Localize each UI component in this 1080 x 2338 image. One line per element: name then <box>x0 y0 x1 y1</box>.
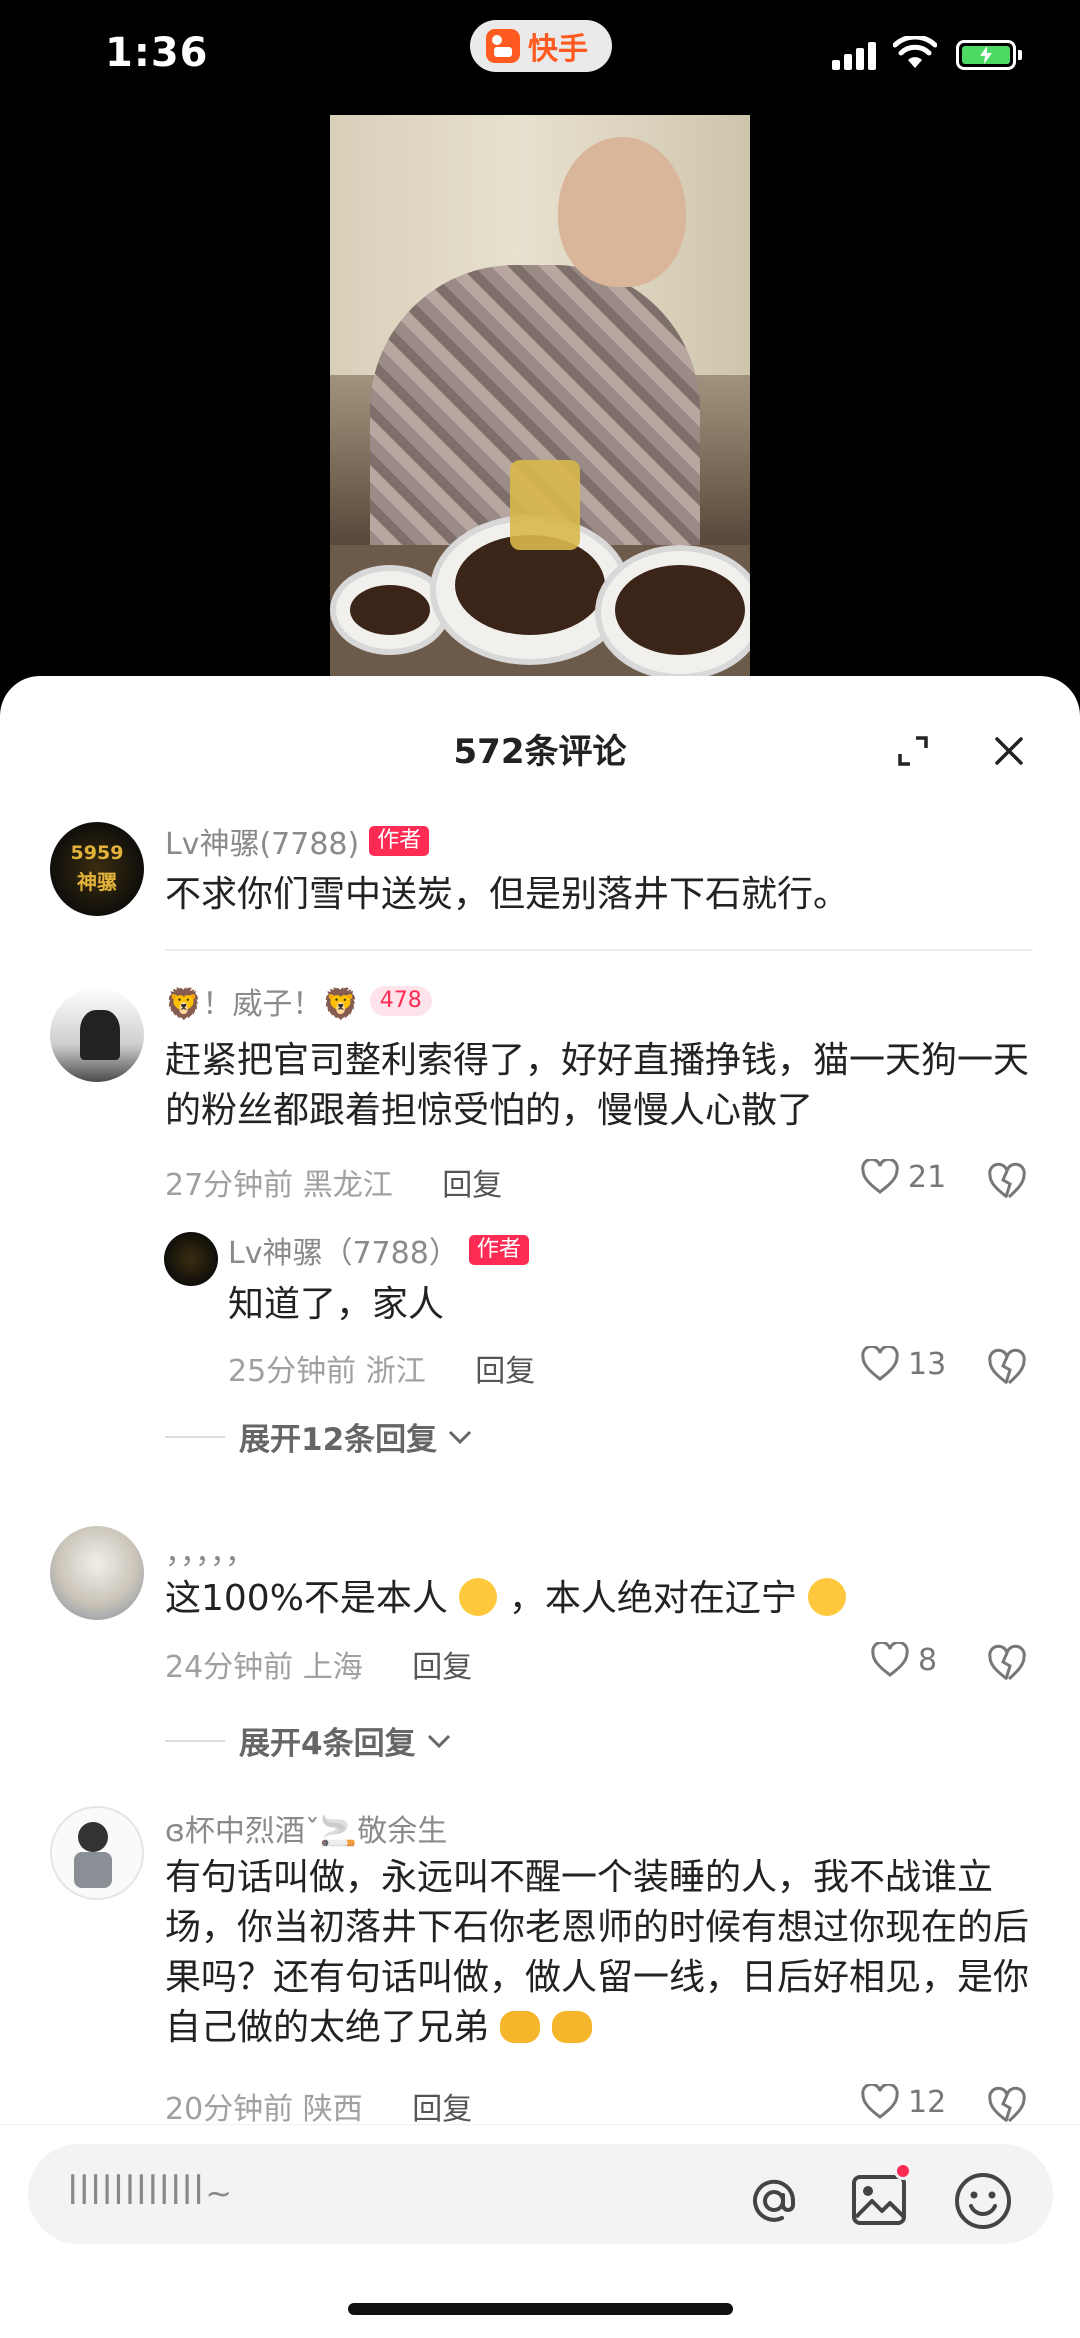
heart-icon <box>871 1642 909 1677</box>
laughing-emoji-icon <box>808 1578 847 1616</box>
comment-text-part: ，本人绝对在辽宁 <box>508 1578 797 1619</box>
video-food <box>350 585 430 635</box>
comment-username[interactable]: Lv神骡(7788) 作者 <box>165 819 430 863</box>
avatar[interactable] <box>50 988 144 1082</box>
comment-text: 赶紧把官司整利索得了，好好直播挣钱，猫一天狗一天的粉丝都跟着担惊受怕的，慢慢人心… <box>165 1040 1030 1131</box>
comment-location: 浙江 <box>365 1354 426 1389</box>
like-button[interactable]: 8 <box>870 1642 937 1678</box>
broken-heart-icon[interactable] <box>987 1348 1027 1388</box>
author-badge: 作者 <box>468 1235 529 1265</box>
avatar[interactable]: 5959 神骡 <box>50 822 144 916</box>
comment-text-part: 有句话叫做，永远叫不醒一个装睡的人，我不战谁立场，你当初落井下石你老恩师的时候有… <box>165 1857 1030 2048</box>
comment-time: 24分钟前 <box>165 1650 294 1685</box>
status-bar: 1:36 快手 <box>0 0 1080 110</box>
fist-bump-emoji-icon <box>551 2011 592 2043</box>
avatar[interactable] <box>50 1806 144 1900</box>
comment-location: 上海 <box>302 1650 363 1685</box>
fan-level-badge: 478 <box>369 986 432 1016</box>
video-cup <box>510 460 580 550</box>
video-food <box>455 535 605 635</box>
home-indicator <box>348 2303 733 2315</box>
heart-icon <box>861 1346 899 1381</box>
username-text: ɞ杯中烈酒ˇ🚬敬余生 <box>165 1814 448 1849</box>
smirk-emoji-icon <box>459 1578 498 1616</box>
comment-location: 黑龙江 <box>302 1168 393 1203</box>
expand-replies-button[interactable]: 展开4条回复 <box>165 1718 452 1763</box>
video-food <box>615 565 745 655</box>
wifi-icon <box>893 36 937 68</box>
like-count: 13 <box>908 1346 947 1382</box>
comment-location: 陕西 <box>302 2092 363 2127</box>
signal-icon <box>832 42 876 70</box>
like-count: 12 <box>908 2084 947 2120</box>
divider <box>165 949 1033 951</box>
broken-heart-icon[interactable] <box>987 1162 1027 1202</box>
like-count: 21 <box>908 1159 947 1195</box>
username-text: 🦁！威子！🦁 <box>165 987 360 1022</box>
reply-username[interactable]: Lv神骡（7788） 作者 <box>228 1228 529 1272</box>
expand-replies-button[interactable]: 展开12条回复 <box>165 1414 473 1459</box>
comment-meta: 20分钟前 陕西 回复 <box>165 2084 472 2128</box>
app-pill[interactable]: 快手 <box>470 20 612 72</box>
avatar-text: 神骡 <box>77 870 117 894</box>
username-text: Lv神骡（7788） <box>228 1236 459 1271</box>
comment-username[interactable]: ɞ杯中烈酒ˇ🚬敬余生 <box>165 1806 447 1850</box>
heart-icon <box>861 1159 899 1194</box>
avatar-text: 5959 <box>70 842 124 864</box>
reply-avatar[interactable] <box>164 1232 218 1286</box>
heart-icon <box>861 2084 899 2119</box>
like-count: 8 <box>918 1642 938 1678</box>
expand-replies-label: 展开4条回复 <box>239 1726 416 1762</box>
comment-text: 有句话叫做，永远叫不醒一个装睡的人，我不战谁立场，你当初落井下石你老恩师的时候有… <box>165 1853 1040 2053</box>
video-thumbnail[interactable] <box>330 115 750 680</box>
comment-sheet: 572条评论 5959 神骡 Lv神骡(7788) 作者 不求你们雪中送炭，但是… <box>0 676 1080 2338</box>
reply-button[interactable]: 回复 <box>442 1168 502 1203</box>
comment-time: 20分钟前 <box>165 2092 294 2127</box>
comment-meta: 27分钟前 黑龙江 回复 <box>165 1160 502 1204</box>
reply-button[interactable]: 回复 <box>412 2092 472 2127</box>
video-person-head <box>558 137 686 287</box>
comment-input-placeholder: ꟾꟾꟾꟾꟾꟾꟾꟾꟾꟾꟾꟾ~ <box>68 2174 235 2212</box>
like-button[interactable]: 13 <box>860 1346 946 1382</box>
expand-icon[interactable] <box>896 734 930 768</box>
reply-button[interactable]: 回复 <box>412 1650 472 1685</box>
comment-username[interactable]: 🦁！威子！🦁 478 <box>165 979 432 1023</box>
expand-replies-label: 展开12条回复 <box>239 1422 438 1458</box>
smile-icon[interactable] <box>953 2171 1013 2231</box>
comment-time: 27分钟前 <box>165 1168 294 1203</box>
avatar[interactable] <box>50 1526 144 1620</box>
author-badge: 作者 <box>369 826 430 856</box>
comment-meta: 24分钟前 上海 回复 <box>165 1642 472 1686</box>
fist-bump-emoji-icon <box>500 2011 541 2043</box>
reply-button[interactable]: 回复 <box>475 1354 535 1389</box>
comment-text: 这100%不是本人 ，本人绝对在辽宁 <box>165 1574 1040 1624</box>
like-button[interactable]: 21 <box>860 1159 946 1195</box>
username-text: Lv神骡(7788) <box>165 827 360 862</box>
broken-heart-icon[interactable] <box>987 1644 1027 1684</box>
like-button[interactable]: 12 <box>860 2084 946 2120</box>
kuaishou-logo-icon <box>486 29 520 63</box>
notification-dot <box>894 2162 912 2180</box>
comment-time: 25分钟前 <box>228 1354 357 1389</box>
app-name: 快手 <box>528 32 588 67</box>
chevron-down-icon <box>427 1734 450 1748</box>
at-icon[interactable] <box>746 2173 802 2229</box>
comment-username[interactable]: ，，，，， <box>165 1528 255 1572</box>
chevron-down-icon <box>449 1430 472 1444</box>
comment-text: 不求你们雪中送炭，但是别落井下石就行。 <box>165 874 850 915</box>
reply-text: 知道了，家人 <box>228 1284 445 1325</box>
battery-icon <box>956 40 1022 70</box>
close-icon[interactable] <box>992 734 1026 768</box>
image-icon[interactable] <box>850 2171 908 2229</box>
comment-text-part: 这100%不是本人 <box>165 1578 448 1619</box>
reply-meta: 25分钟前 浙江 回复 <box>228 1346 535 1390</box>
username-text: ，，，，， <box>165 1536 255 1571</box>
broken-heart-icon[interactable] <box>987 2086 1027 2126</box>
status-time: 1:36 <box>105 30 209 76</box>
